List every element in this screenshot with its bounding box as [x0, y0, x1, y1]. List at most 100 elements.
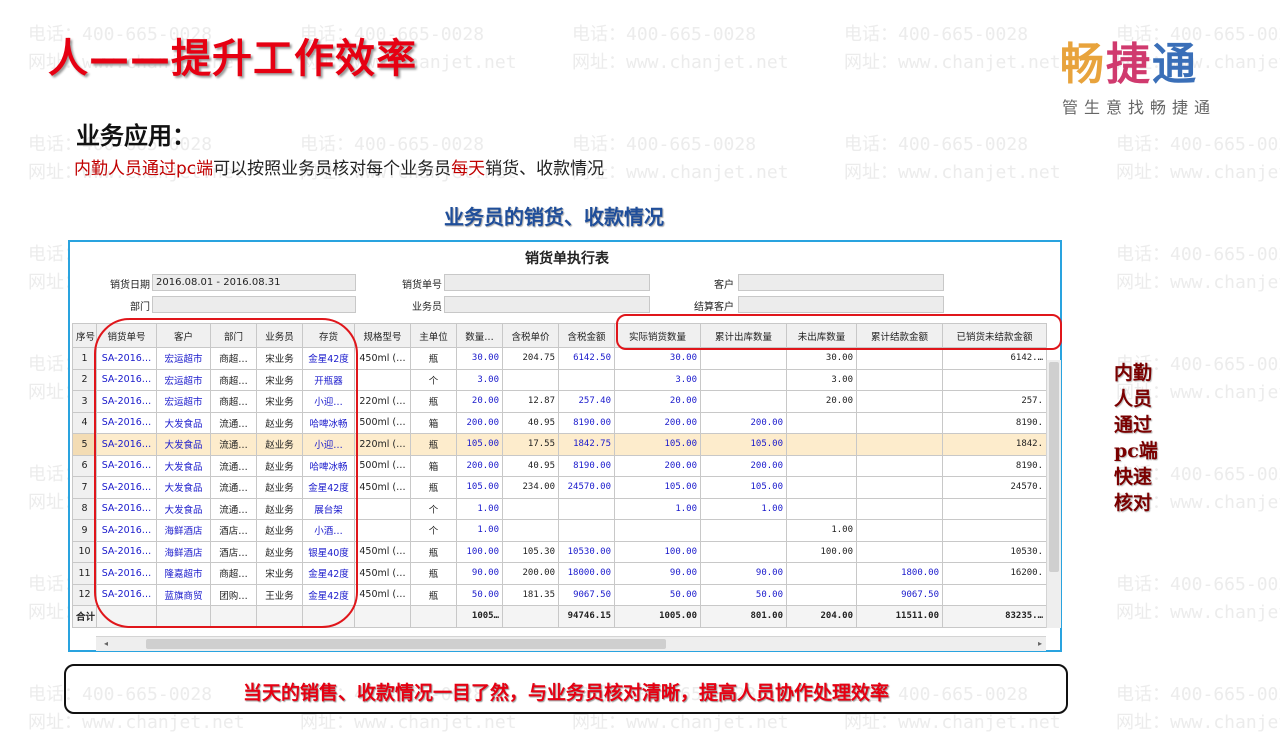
- table-cell: 90.00: [614, 562, 701, 585]
- table-cell: 4: [72, 411, 97, 434]
- column-header[interactable]: 含税单价: [502, 323, 559, 348]
- watermark-phone: 电话：400-665-0028: [1116, 684, 1280, 705]
- side-note-line: 人员: [1114, 388, 1153, 410]
- table-cell: 瓶: [410, 476, 457, 499]
- table-cell: 90.00: [700, 562, 787, 585]
- table-cell: 24570.00: [558, 476, 615, 499]
- table-cell: 瓶: [410, 562, 457, 585]
- table-cell: 450ml (…: [354, 347, 411, 370]
- table-cell: 10: [72, 540, 97, 563]
- doc-no-label: 销货单号: [402, 280, 442, 291]
- table-cell: [558, 497, 615, 520]
- table-cell: [856, 454, 943, 477]
- salesman-field[interactable]: [444, 296, 650, 313]
- table-cell: 801.00: [700, 605, 787, 628]
- table-cell: 40.95: [502, 454, 559, 477]
- watermark-phone: 电话：400-665-0028: [1116, 574, 1280, 595]
- table-cell: [558, 519, 615, 542]
- table-cell: 105.00: [700, 433, 787, 456]
- highlight-ring-salesman-columns: [94, 318, 358, 628]
- settle-customer-field[interactable]: [738, 296, 944, 313]
- table-cell: 220ml (…: [354, 390, 411, 413]
- customer-field[interactable]: [738, 274, 944, 291]
- table-cell: 200.00: [614, 454, 701, 477]
- table-cell: 6: [72, 454, 97, 477]
- table-cell: [410, 605, 457, 628]
- table-cell: 瓶: [410, 347, 457, 370]
- table-cell: [354, 519, 411, 542]
- table-cell: [856, 540, 943, 563]
- table-cell: 20.00: [456, 390, 503, 413]
- table-cell: [700, 368, 787, 391]
- table-cell: [856, 411, 943, 434]
- section-heading: 业务应用：: [76, 122, 196, 150]
- table-cell: 9067.50: [558, 583, 615, 606]
- table-cell: 8: [72, 497, 97, 520]
- salesman-label: 业务员: [412, 302, 442, 313]
- column-header[interactable]: 主单位: [410, 323, 457, 348]
- table-cell: 10530.: [942, 540, 1047, 563]
- vertical-scroll-thumb[interactable]: [1049, 362, 1059, 572]
- chanjet-logo: 畅捷通: [1060, 28, 1198, 92]
- table-cell: 个: [410, 519, 457, 542]
- table-cell: 105.00: [614, 476, 701, 499]
- table-cell: 10530.00: [558, 540, 615, 563]
- dept-field[interactable]: [152, 296, 356, 313]
- table-cell: [502, 605, 559, 628]
- table-cell: 1842.: [942, 433, 1047, 456]
- table-cell: 1.00: [456, 519, 503, 542]
- table-cell: [786, 497, 857, 520]
- table-cell: 1800.00: [856, 562, 943, 585]
- horizontal-scroll-thumb[interactable]: [146, 639, 666, 649]
- side-note-line: 通过: [1114, 414, 1153, 436]
- side-note-line: pc端: [1114, 440, 1158, 462]
- table-cell: 1: [72, 347, 97, 370]
- column-header[interactable]: 含税金额: [558, 323, 615, 348]
- table-cell: 个: [410, 368, 457, 391]
- scroll-left-arrow-icon[interactable]: ◂: [104, 639, 108, 648]
- table-cell: 瓶: [410, 583, 457, 606]
- table-cell: [786, 411, 857, 434]
- table-cell: 30.00: [786, 347, 857, 370]
- watermark-phone: 电话：400-665-0028: [572, 134, 757, 155]
- column-header[interactable]: 数量…: [456, 323, 503, 348]
- table-cell: [354, 368, 411, 391]
- desc-part-3: 每天: [451, 159, 486, 179]
- table-cell: 24570.: [942, 476, 1047, 499]
- table-cell: 100.00: [456, 540, 503, 563]
- logo-slogan: 管生意找畅捷通: [1062, 98, 1217, 117]
- logo-char-2: 捷: [1106, 39, 1152, 90]
- table-cell: 257.: [942, 390, 1047, 413]
- table-cell: 11: [72, 562, 97, 585]
- table-cell: 20.00: [614, 390, 701, 413]
- table-cell: [502, 497, 559, 520]
- table-cell: [558, 368, 615, 391]
- table-cell: 17.55: [502, 433, 559, 456]
- table-cell: [942, 497, 1047, 520]
- table-cell: [786, 562, 857, 585]
- watermark-site: 网址：www.chanjet.net: [844, 52, 1061, 73]
- table-cell: 12.87: [502, 390, 559, 413]
- table-cell: 30.00: [456, 347, 503, 370]
- table-cell: [856, 368, 943, 391]
- table-cell: 257.40: [558, 390, 615, 413]
- table-cell: [786, 454, 857, 477]
- column-header[interactable]: 规格型号: [354, 323, 411, 348]
- scroll-right-arrow-icon[interactable]: ▸: [1038, 639, 1042, 648]
- column-header[interactable]: 序号: [72, 323, 97, 348]
- table-cell: [354, 497, 411, 520]
- table-cell: [856, 347, 943, 370]
- horizontal-scrollbar[interactable]: ◂ ▸: [96, 636, 1046, 651]
- doc-no-field[interactable]: [444, 274, 650, 291]
- vertical-scrollbar[interactable]: [1046, 360, 1061, 628]
- table-caption: 业务员的销货、收款情况: [444, 205, 664, 229]
- table-cell: 1005.00: [614, 605, 701, 628]
- side-note-line: 快速: [1114, 466, 1153, 488]
- table-cell: 40.95: [502, 411, 559, 434]
- logo-char-3: 通: [1152, 39, 1198, 90]
- watermark-phone: 电话：400-665-0028: [300, 134, 485, 155]
- table-cell: 箱: [410, 411, 457, 434]
- table-cell: 7: [72, 476, 97, 499]
- desc-part-2: 可以按照业务员核对每个业务员: [213, 159, 452, 179]
- sales-date-field[interactable]: 2016.08.01 - 2016.08.31: [152, 274, 356, 291]
